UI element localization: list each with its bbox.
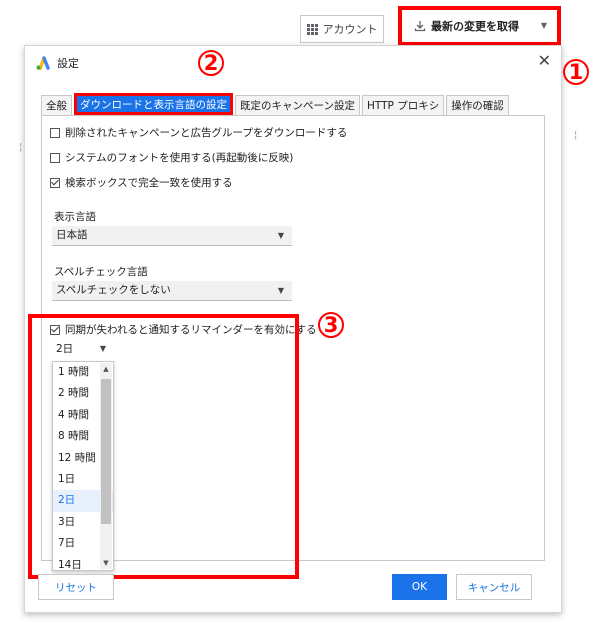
system-font-label: システムのフォントを使用する(再起動後に反映) (65, 152, 294, 164)
system-font-checkbox-row[interactable]: システムのフォントを使用する(再起動後に反映) (50, 150, 293, 165)
background-fragment: ¦ (574, 130, 578, 141)
tab-confirm-actions[interactable]: 操作の確認 (446, 95, 509, 115)
exact-match-label: 検索ボックスで完全一致を使用する (65, 177, 233, 189)
google-ads-logo-icon (36, 56, 50, 70)
annotation-marker-1: 1 (563, 59, 589, 85)
get-latest-changes-label: 最新の変更を取得 (431, 20, 519, 33)
get-latest-changes-button[interactable]: 最新の変更を取得 ▼ (398, 6, 561, 46)
exact-match-checkbox-row[interactable]: 検索ボックスで完全一致を使用する (50, 175, 233, 190)
spellcheck-language-label: スペルチェック言語 (54, 266, 148, 278)
settings-tabs: 全般 ダウンロードと表示言語の設定 既定のキャンペーン設定 HTTP プロキシ … (41, 93, 511, 115)
tab-http-proxy[interactable]: HTTP プロキシ (361, 95, 445, 115)
cancel-button[interactable]: キャンセル (456, 574, 532, 600)
tab-general[interactable]: 全般 (41, 95, 72, 115)
account-button[interactable]: アカウント (300, 15, 384, 43)
close-icon[interactable]: ✕ (538, 51, 551, 70)
chevron-down-icon[interactable]: ▼ (541, 21, 547, 30)
chevron-down-icon: ▼ (277, 231, 284, 240)
reset-button[interactable]: リセット (38, 574, 114, 600)
exact-match-checkbox[interactable] (50, 177, 60, 188)
annotation-marker-2: 2 (198, 50, 224, 76)
spellcheck-language-select[interactable]: スペルチェックをしない ▼ (52, 281, 292, 301)
annotation-marker-3: 3 (318, 312, 344, 338)
system-font-checkbox[interactable] (50, 152, 60, 163)
dialog-title-bar: 設定 (35, 55, 79, 71)
download-deleted-label: 削除されたキャンペーンと広告グループをダウンロードする (65, 127, 348, 139)
dialog-title: 設定 (57, 57, 79, 70)
display-language-value: 日本語 (56, 229, 88, 241)
download-icon (414, 21, 426, 32)
tab-download-display-language[interactable]: ダウンロードと表示言語の設定 (74, 93, 233, 115)
display-language-label: 表示言語 (54, 211, 96, 223)
background-fragment: ¦ (19, 142, 23, 153)
grid-icon (306, 23, 318, 35)
top-toolbar: アカウント 最新の変更を取得 ▼ (0, 0, 597, 46)
download-deleted-checkbox[interactable] (50, 127, 60, 138)
account-label: アカウント (322, 23, 378, 36)
display-language-select[interactable]: 日本語 ▼ (52, 226, 292, 246)
tab-default-campaign-settings[interactable]: 既定のキャンペーン設定 (235, 95, 360, 115)
download-deleted-checkbox-row[interactable]: 削除されたキャンペーンと広告グループをダウンロードする (50, 125, 347, 140)
spellcheck-language-value: スペルチェックをしない (56, 284, 171, 296)
chevron-down-icon: ▼ (277, 286, 284, 295)
highlight-box-3 (28, 314, 299, 579)
ok-button[interactable]: OK (392, 574, 447, 600)
